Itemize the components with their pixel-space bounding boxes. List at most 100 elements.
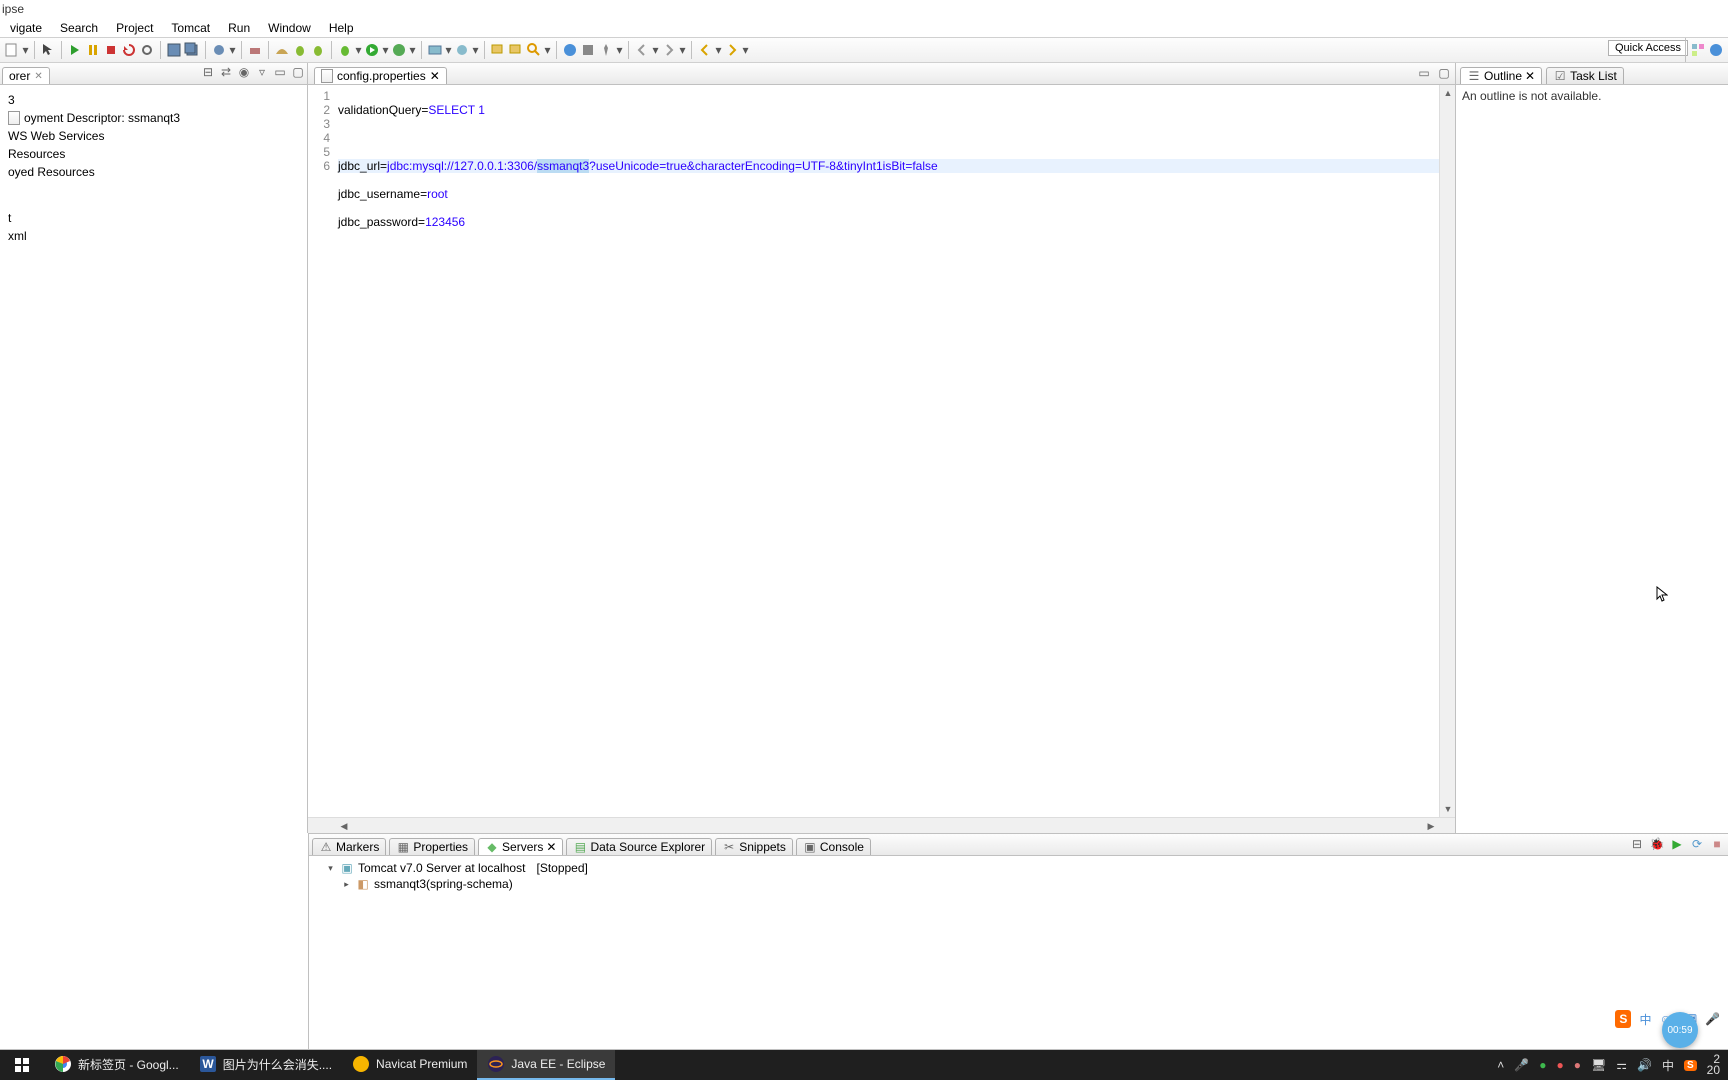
snippets-tab[interactable]: ✂Snippets (715, 838, 793, 855)
close-icon[interactable]: ✕ (430, 69, 440, 83)
javaee-perspective-icon[interactable] (1708, 42, 1724, 58)
dropdown-arrow-icon[interactable]: ▾ (679, 42, 686, 58)
explorer-tree[interactable]: 3 oyment Descriptor: ssmanqt3 WS Web Ser… (0, 85, 307, 833)
expand-icon[interactable]: ▸ (341, 879, 352, 890)
tray-overflow-icon[interactable]: ˄ (1497, 1058, 1504, 1072)
dropdown-arrow-icon[interactable]: ▾ (22, 42, 29, 58)
dropdown-arrow-icon[interactable]: ▾ (544, 42, 551, 58)
forward-icon[interactable] (724, 42, 740, 58)
debug-bug2-icon[interactable] (310, 42, 326, 58)
server-module-row[interactable]: ▸ ◧ ssmanqt3(spring-schema) (313, 876, 1724, 892)
properties-tab[interactable]: ▦Properties (389, 838, 475, 855)
tray-ime-icon[interactable]: 中 (1662, 1057, 1674, 1074)
menu-window[interactable]: Window (260, 19, 319, 37)
scroll-track[interactable] (352, 818, 1423, 833)
save-all-icon[interactable] (184, 42, 200, 58)
tray-wechat-icon[interactable]: ● (1539, 1058, 1546, 1072)
tray-app-icon[interactable]: ● (1557, 1058, 1564, 1072)
nav-next-icon[interactable] (661, 42, 677, 58)
dropdown-arrow-icon[interactable]: ▾ (742, 42, 749, 58)
close-icon[interactable]: ✕ (1525, 69, 1535, 83)
new-connection-icon[interactable] (454, 42, 470, 58)
close-icon[interactable]: ✕ (546, 840, 556, 854)
collapse-all-icon[interactable]: ⊟ (201, 65, 215, 79)
new-server-icon[interactable] (427, 42, 443, 58)
servers-body[interactable]: ▾ ▣ Tomcat v7.0 Server at localhost [Sto… (309, 856, 1728, 1049)
pointer-icon[interactable] (40, 42, 56, 58)
menu-search[interactable]: Search (52, 19, 106, 37)
tree-item[interactable]: xml (2, 227, 305, 245)
scroll-down-icon[interactable]: ▼ (1440, 801, 1456, 817)
skip-breakpoints-icon[interactable] (211, 42, 227, 58)
nav-prev-icon[interactable] (634, 42, 650, 58)
maximize-icon[interactable]: ▢ (1437, 66, 1451, 80)
taskbar-item-eclipse[interactable]: Java EE - Eclipse (477, 1050, 615, 1080)
tomcat-cat-icon[interactable] (274, 42, 290, 58)
dropdown-arrow-icon[interactable]: ▾ (472, 42, 479, 58)
menu-project[interactable]: Project (108, 19, 161, 37)
tree-item[interactable]: 3 (2, 91, 305, 109)
menu-run[interactable]: Run (220, 19, 258, 37)
dropdown-arrow-icon[interactable]: ▾ (229, 42, 236, 58)
tray-network-icon[interactable]: ⚎ (1616, 1058, 1627, 1072)
explorer-tab[interactable]: orer ✕ (2, 67, 50, 84)
menu-tomcat[interactable]: Tomcat (163, 19, 218, 37)
code-area[interactable]: validationQuery=SELECT 1 jdbc_url=jdbc:m… (336, 85, 1439, 817)
view-menu-icon[interactable]: ▿ (255, 65, 269, 79)
build-icon[interactable] (247, 42, 263, 58)
dropdown-arrow-icon[interactable]: ▾ (445, 42, 452, 58)
pin-icon[interactable] (598, 42, 614, 58)
link-editor-icon[interactable]: ⇄ (219, 65, 233, 79)
run-icon[interactable] (364, 42, 380, 58)
browser-icon[interactable] (562, 42, 578, 58)
back-icon[interactable] (697, 42, 713, 58)
mic-icon[interactable]: 🎤 (1705, 1012, 1720, 1026)
console-tab[interactable]: ▣Console (796, 838, 871, 855)
tray-app2-icon[interactable]: ● (1574, 1058, 1581, 1072)
profile-server-icon[interactable]: ⟳ (1690, 837, 1704, 851)
dropdown-arrow-icon[interactable]: ▾ (715, 42, 722, 58)
open-perspective-icon[interactable] (1690, 42, 1706, 58)
scroll-right-icon[interactable]: ▶ (1423, 818, 1439, 834)
search-icon[interactable] (526, 42, 542, 58)
tomcat-restart-icon[interactable] (121, 42, 137, 58)
debug-server-icon[interactable]: 🐞 (1650, 837, 1664, 851)
tree-item[interactable]: oyed Resources (2, 163, 305, 181)
menu-help[interactable]: Help (321, 19, 362, 37)
quick-access-button[interactable]: Quick Access (1608, 40, 1688, 56)
no-servers-icon[interactable]: ⊟ (1630, 837, 1644, 851)
open-type-icon[interactable] (490, 42, 506, 58)
close-icon[interactable]: ✕ (34, 71, 42, 82)
taskbar-item-chrome[interactable]: 新标签页 - Googl... (44, 1050, 189, 1080)
start-server-icon[interactable]: ▶ (1670, 837, 1684, 851)
tray-mic-icon[interactable]: 🎤 (1514, 1058, 1529, 1072)
tray-sogou-icon[interactable]: S (1684, 1060, 1697, 1071)
save-icon[interactable] (166, 42, 182, 58)
tree-item[interactable]: Resources (2, 145, 305, 163)
sogou-badge-icon[interactable]: S (1615, 1010, 1631, 1028)
taskbar-item-navicat[interactable]: Navicat Premium (342, 1050, 477, 1080)
dropdown-arrow-icon[interactable]: ▾ (616, 42, 623, 58)
scroll-up-icon[interactable]: ▲ (1440, 85, 1456, 101)
markers-tab[interactable]: ⚠Markers (312, 838, 386, 855)
tomcat-pause-icon[interactable] (85, 42, 101, 58)
tree-item[interactable]: WS Web Services (2, 127, 305, 145)
open-task-icon[interactable] (508, 42, 524, 58)
debug-icon[interactable] (337, 42, 353, 58)
run-last-icon[interactable] (391, 42, 407, 58)
outline-tab[interactable]: ☰ Outline ✕ (1460, 67, 1542, 84)
horizontal-scrollbar[interactable]: ◀ ▶ (308, 817, 1455, 833)
start-button[interactable] (0, 1050, 44, 1080)
tomcat-start-icon[interactable] (67, 42, 83, 58)
scroll-left-icon[interactable]: ◀ (336, 818, 352, 834)
dropdown-arrow-icon[interactable]: ▾ (355, 42, 362, 58)
menu-navigate[interactable]: vigate (2, 19, 50, 37)
minimize-icon[interactable]: ▭ (1417, 66, 1431, 80)
focus-task-icon[interactable]: ◉ (237, 65, 251, 79)
stop-server-icon[interactable]: ■ (1710, 837, 1724, 851)
expand-icon[interactable]: ▾ (325, 863, 336, 874)
maximize-icon[interactable]: ▢ (291, 65, 305, 79)
dropdown-arrow-icon[interactable]: ▾ (409, 42, 416, 58)
lang-indicator[interactable]: 中 (1639, 1011, 1651, 1028)
new-dropdown-icon[interactable] (4, 42, 20, 58)
